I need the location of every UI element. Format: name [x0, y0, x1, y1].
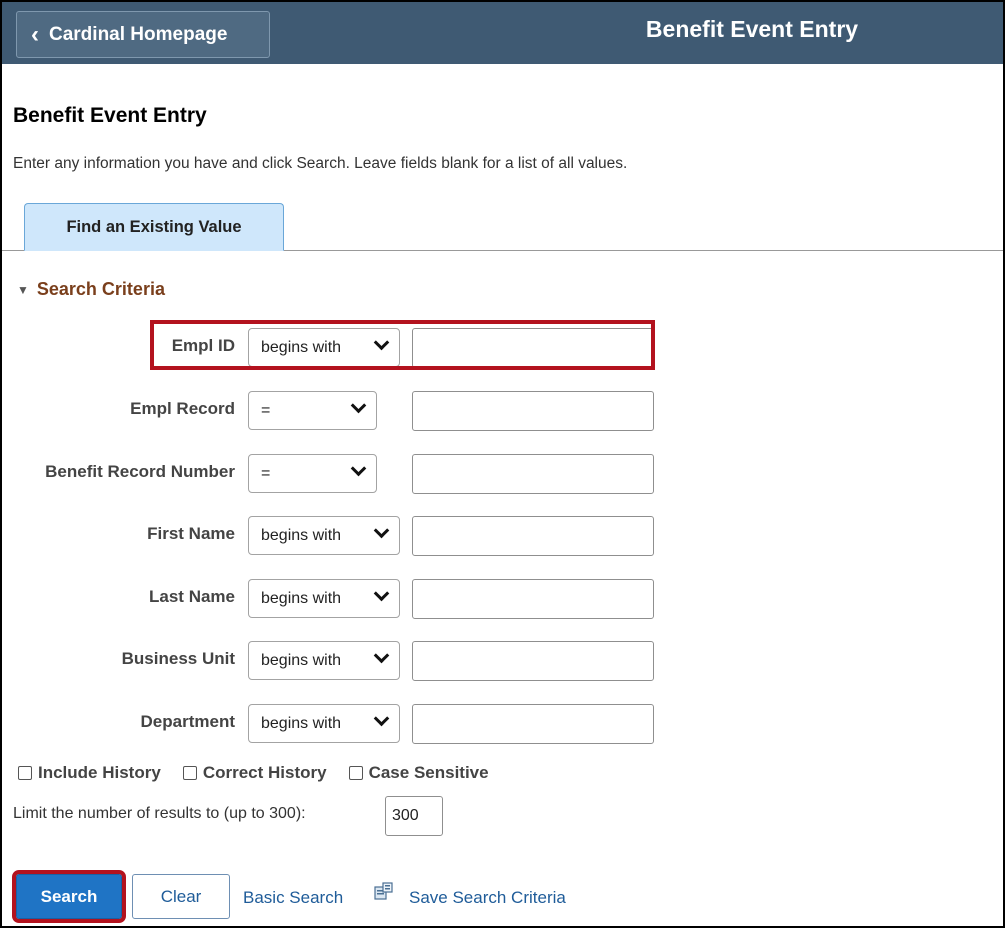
case-sensitive-label: Case Sensitive — [368, 763, 489, 782]
case-sensitive-checkbox[interactable]: Case Sensitive — [348, 763, 489, 783]
chevron-down-icon — [373, 710, 390, 727]
empl-record-row: Empl Record = — [0, 391, 700, 431]
first-name-operator-select[interactable]: begins with — [248, 516, 400, 555]
business-unit-operator-select[interactable]: begins with — [248, 641, 400, 680]
chevron-down-icon — [373, 522, 390, 539]
header-bar: ‹ Cardinal Homepage Benefit Event Entry — [2, 2, 1003, 64]
business-unit-label: Business Unit — [121, 649, 235, 668]
empl-id-label: Empl ID — [171, 336, 235, 355]
empl-record-operator-select[interactable]: = — [248, 391, 377, 430]
chevron-down-icon — [350, 397, 367, 414]
chevron-down-icon — [350, 460, 367, 477]
clear-button[interactable]: Clear — [132, 874, 230, 919]
checkbox-icon — [348, 766, 363, 780]
department-label: Department — [140, 712, 235, 731]
search-criteria-toggle[interactable]: ▼ Search Criteria — [17, 279, 165, 300]
empl-record-operator-value: = — [261, 401, 271, 419]
save-search-criteria-link[interactable]: Save Search Criteria — [409, 888, 566, 908]
save-criteria-icon[interactable] — [374, 882, 394, 902]
benefit-record-number-row: Benefit Record Number = — [0, 454, 700, 494]
empl-id-operator-value: begins with — [261, 338, 342, 356]
department-input[interactable] — [412, 704, 654, 744]
benefit-record-number-label: Benefit Record Number — [45, 462, 235, 481]
business-unit-operator-value: begins with — [261, 651, 342, 669]
department-operator-select[interactable]: begins with — [248, 704, 400, 743]
back-button-label: Cardinal Homepage — [49, 23, 228, 45]
cardinal-homepage-button[interactable]: ‹ Cardinal Homepage — [16, 11, 270, 58]
basic-search-link[interactable]: Basic Search — [243, 888, 343, 908]
empl-id-operator-select[interactable]: begins with — [248, 328, 400, 367]
business-unit-row: Business Unit begins with — [0, 641, 700, 681]
business-unit-input[interactable] — [412, 641, 654, 681]
empl-record-label: Empl Record — [130, 399, 235, 418]
instructions-text: Enter any information you have and click… — [13, 155, 628, 172]
benefit-record-number-operator-select[interactable]: = — [248, 454, 377, 493]
first-name-label: First Name — [147, 524, 235, 543]
page-title: Benefit Event Entry — [13, 104, 207, 127]
empl-record-input[interactable] — [412, 391, 654, 431]
first-name-row: First Name begins with — [0, 516, 700, 556]
chevron-down-icon — [373, 647, 390, 664]
last-name-label: Last Name — [149, 587, 235, 606]
last-name-operator-value: begins with — [261, 589, 342, 607]
correct-history-label: Correct History — [202, 763, 327, 782]
include-history-checkbox[interactable]: Include History — [18, 763, 161, 783]
last-name-input[interactable] — [412, 579, 654, 619]
header-title: Benefit Event Entry — [645, 16, 859, 42]
first-name-operator-value: begins with — [261, 526, 342, 544]
empl-id-row: Empl ID begins with — [0, 328, 700, 368]
chevron-down-icon — [373, 585, 390, 602]
triangle-down-icon: ▼ — [17, 282, 29, 297]
search-criteria-heading: Search Criteria — [36, 279, 165, 299]
benefit-record-number-input[interactable] — [412, 454, 654, 494]
first-name-input[interactable] — [412, 516, 654, 556]
empl-id-input[interactable] — [412, 328, 654, 368]
limit-results-input[interactable] — [385, 796, 443, 836]
include-history-label: Include History — [38, 763, 161, 782]
tab-find-existing-value[interactable]: Find an Existing Value — [24, 203, 284, 251]
last-name-operator-select[interactable]: begins with — [248, 579, 400, 618]
chevron-down-icon — [373, 334, 390, 351]
search-options: Include History Correct History Case Sen… — [18, 763, 489, 783]
department-row: Department begins with — [0, 704, 700, 744]
benefit-record-number-operator-value: = — [261, 464, 271, 482]
last-name-row: Last Name begins with — [0, 579, 700, 619]
limit-results-label: Limit the number of results to (up to 30… — [13, 805, 306, 822]
checkbox-icon — [18, 766, 32, 780]
search-button[interactable]: Search — [12, 870, 126, 923]
chevron-left-icon: ‹ — [31, 20, 39, 48]
correct-history-checkbox[interactable]: Correct History — [182, 763, 327, 783]
checkbox-icon — [182, 766, 197, 780]
department-operator-value: begins with — [261, 714, 342, 732]
